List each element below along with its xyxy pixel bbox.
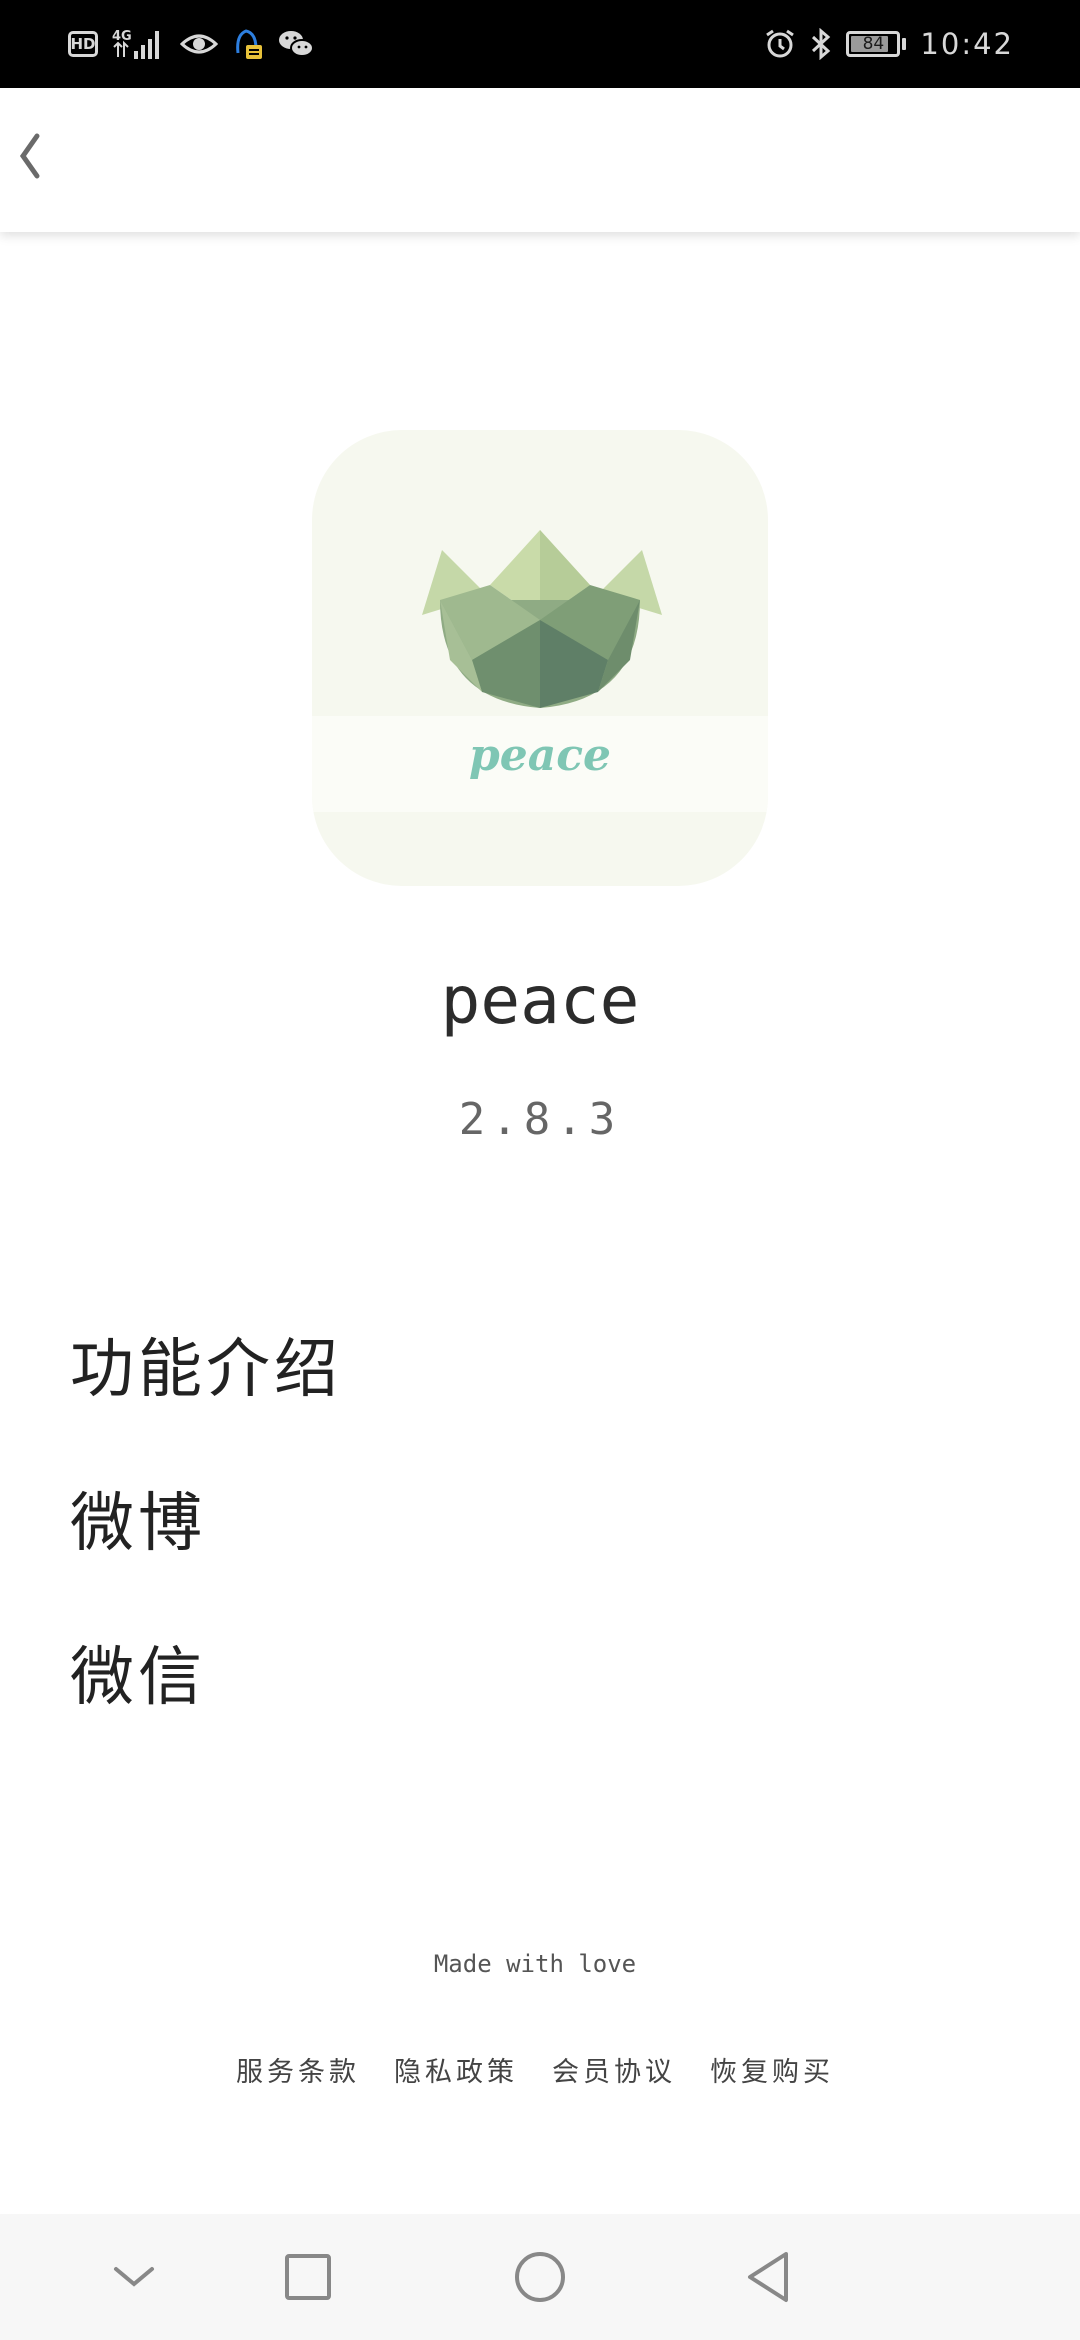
alarm-icon xyxy=(764,28,796,60)
back-triangle-icon xyxy=(748,2252,788,2302)
hd-icon: HD xyxy=(68,31,98,57)
system-nav-bar xyxy=(0,2214,1080,2340)
nav-back-button[interactable] xyxy=(718,2214,818,2340)
about-screen: HD 4G 84 10:42 peace peace 2.8.3 功能介绍 微博… xyxy=(0,0,1080,2340)
nav-hide-button[interactable] xyxy=(84,2214,184,2340)
menu-item-features[interactable]: 功能介绍 xyxy=(70,1318,342,1410)
privacy-policy-link[interactable]: 隐私政策 xyxy=(394,2050,518,2089)
app-logo-caption: peace xyxy=(468,730,612,781)
eye-icon xyxy=(180,30,218,58)
footer-note: Made with love xyxy=(433,1950,637,1978)
home-circle-icon xyxy=(515,2252,565,2302)
app-bar xyxy=(0,88,1080,232)
nav-recents-button[interactable] xyxy=(258,2214,358,2340)
menu-item-wechat[interactable]: 微信 xyxy=(70,1626,206,1718)
lotus-icon xyxy=(422,530,662,708)
terms-of-service-link[interactable]: 服务条款 xyxy=(236,2050,360,2089)
wechat-icon xyxy=(278,29,314,59)
status-right-icons: 84 10:42 xyxy=(764,0,1014,88)
bluetooth-icon xyxy=(810,28,832,60)
back-button[interactable] xyxy=(0,116,60,196)
signal-4g-icon: 4G xyxy=(112,27,166,61)
chevron-down-icon xyxy=(114,2267,154,2287)
app-version: 2.8.3 xyxy=(458,1094,622,1145)
restore-purchase-link[interactable]: 恢复购买 xyxy=(710,2050,834,2089)
membership-agreement-link[interactable]: 会员协议 xyxy=(552,2050,676,2089)
nav-home-button[interactable] xyxy=(490,2214,590,2340)
recents-square-icon xyxy=(285,2254,331,2300)
battery-icon: 84 xyxy=(846,31,907,57)
chevron-left-icon xyxy=(19,133,40,179)
qq-icon xyxy=(232,27,264,61)
status-left-icons: HD 4G xyxy=(68,0,314,88)
app-logo: peace xyxy=(312,430,768,886)
menu-item-weibo[interactable]: 微博 xyxy=(70,1472,206,1564)
battery-level: 84 xyxy=(862,34,885,54)
network-label: 4G xyxy=(112,29,132,44)
footer-links: 服务条款 隐私政策 会员协议 恢复购买 xyxy=(0,2050,1070,2089)
status-bar: HD 4G 84 10:42 xyxy=(0,0,1080,88)
battery-tip xyxy=(902,38,907,50)
battery-body: 84 xyxy=(846,31,901,57)
app-name: peace xyxy=(440,962,640,1039)
status-time: 10:42 xyxy=(920,27,1014,61)
